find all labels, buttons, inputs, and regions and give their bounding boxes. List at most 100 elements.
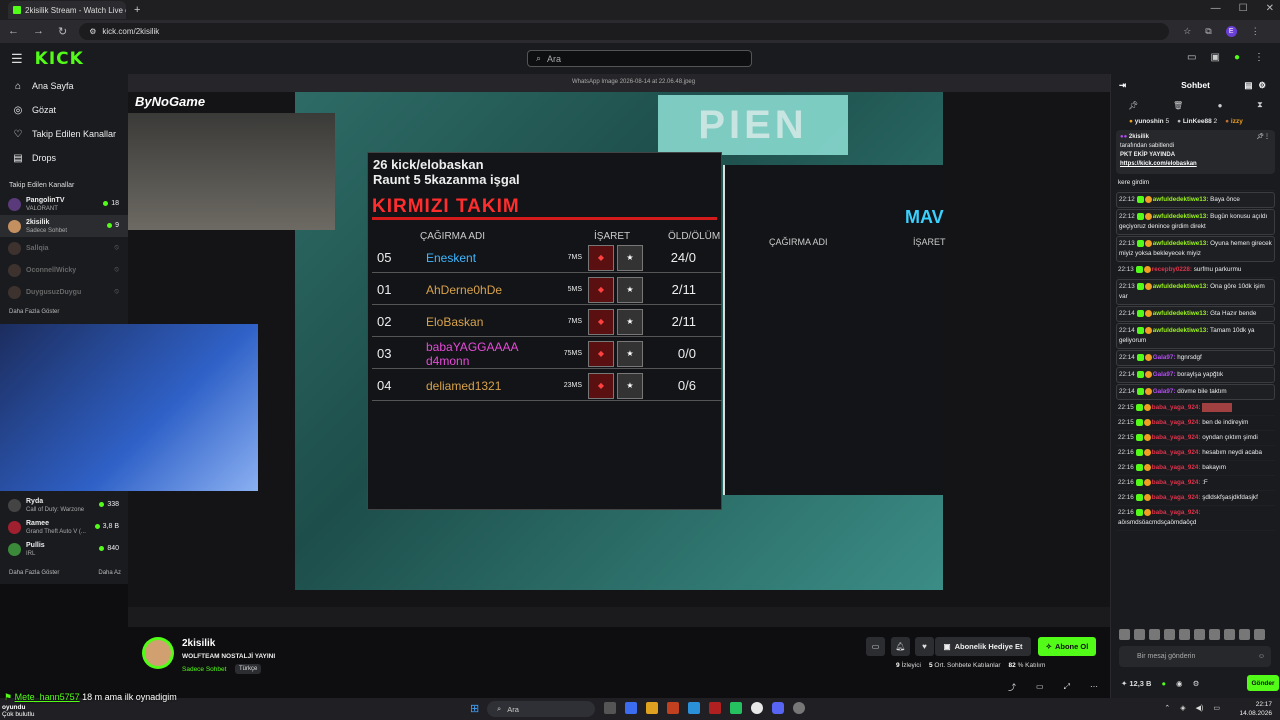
emote[interactable] bbox=[1119, 629, 1130, 640]
explorer-icon[interactable] bbox=[646, 702, 658, 714]
chat-message[interactable]: 22:15 baba_yaga_924: ben de indireyim bbox=[1116, 416, 1275, 432]
points-display[interactable]: ✦ 12,3 B bbox=[1121, 679, 1151, 688]
streamer-name[interactable]: 2kisilik bbox=[182, 638, 215, 649]
emote[interactable] bbox=[1134, 629, 1145, 640]
browser-tab[interactable]: 2kisilik Stream - Watch Live on ✕ bbox=[8, 1, 126, 19]
pinned-link[interactable]: https://kick.com/elobaskan bbox=[1120, 161, 1197, 167]
chat-message[interactable]: 22:13 recepby0228: surfmu parkurmu bbox=[1116, 263, 1275, 278]
sidebar-item-home[interactable]: ⌂ Ana Sayfa bbox=[0, 74, 128, 98]
app-icon[interactable] bbox=[793, 702, 805, 714]
url-field[interactable]: ⚙ kick.com/2kisilik bbox=[79, 23, 1170, 40]
chevron-up-icon[interactable]: ⌃ bbox=[1164, 704, 1170, 712]
clip-button[interactable]: ▭ bbox=[866, 637, 885, 656]
chat-message[interactable]: kere girdim bbox=[1116, 176, 1275, 191]
windows-start-icon[interactable]: ⊞ bbox=[470, 702, 479, 715]
emote[interactable] bbox=[1209, 629, 1220, 640]
chat-message[interactable]: 22:12 awfuldedektiwe13: Bugün konusu açıl… bbox=[1116, 209, 1275, 235]
message-user[interactable]: Gala97: bbox=[1153, 354, 1176, 361]
app-icon[interactable] bbox=[625, 702, 637, 714]
theater-mode-icon[interactable]: ▭ bbox=[1187, 52, 1196, 63]
status-dot-icon[interactable]: ● bbox=[1234, 52, 1240, 63]
trash-icon[interactable]: 🗑︎ bbox=[1173, 101, 1183, 110]
maximize-icon[interactable]: ☐ bbox=[1239, 3, 1248, 14]
recommended-channel[interactable]: Ramee Grand Theft Auto V (... 3,8 B bbox=[0, 516, 128, 538]
chat-message[interactable]: 22:16 baba_yaga_924: şdldskfşasjdkfdasjkf bbox=[1116, 491, 1275, 507]
weather-widget[interactable]: oyundu Çok bulutlu bbox=[2, 704, 35, 718]
pin-icon[interactable]: 📌︎ bbox=[1128, 101, 1138, 110]
chat-message[interactable]: 22:14 Gala97: dövme bile taktım bbox=[1116, 384, 1275, 400]
followed-channel[interactable]: DuygusuzDuygu ⦸ bbox=[0, 281, 128, 303]
extensions-icon[interactable]: ⧉ bbox=[1205, 26, 1211, 37]
profile-avatar[interactable]: E bbox=[1225, 26, 1237, 37]
bookmark-star-icon[interactable]: ☆ bbox=[1183, 26, 1191, 37]
show-more-link[interactable]: Daha Fazla Göster bbox=[0, 570, 59, 576]
forward-icon[interactable]: → bbox=[33, 25, 44, 38]
menu-dots-icon[interactable]: ⋮ bbox=[1251, 26, 1260, 37]
chat-message[interactable]: 22:14 awfuldedektiwe13: Tamam 10dk ya gel… bbox=[1116, 323, 1275, 349]
chrome-icon[interactable] bbox=[751, 702, 763, 714]
chat-message[interactable]: 22:14 Gala97: boraylşa yapğtık bbox=[1116, 367, 1275, 383]
message-user[interactable]: baba_yaga_924: bbox=[1152, 464, 1201, 471]
send-button[interactable]: Gönder bbox=[1247, 675, 1279, 691]
hamburger-menu-icon[interactable]: ☰ bbox=[11, 51, 23, 67]
emote[interactable] bbox=[1164, 629, 1175, 640]
hourglass-icon[interactable]: ⧗ bbox=[1257, 100, 1263, 110]
new-tab-icon[interactable]: + bbox=[134, 4, 140, 16]
chat-bubble-icon[interactable]: ◉ bbox=[1176, 679, 1183, 688]
recommended-channel[interactable]: Pullis IRL 840 bbox=[0, 538, 128, 560]
sidebar-item-following[interactable]: ♡ Takip Edilen Kanallar bbox=[0, 122, 128, 146]
emote[interactable] bbox=[1179, 629, 1190, 640]
chat-message[interactable]: 22:14 awfuldedektiwe13: Gta Hazır bende bbox=[1116, 306, 1275, 322]
chat-message[interactable]: 22:13 awfuldedektiwe13: Oyuna hemen girec… bbox=[1116, 236, 1275, 262]
taskview-icon[interactable] bbox=[604, 702, 616, 714]
chat-message[interactable]: 22:16 baba_yaga_924: hesabım neydi acaba bbox=[1116, 446, 1275, 462]
message-user[interactable]: awfuldedektiwe13: bbox=[1153, 310, 1209, 317]
share-icon[interactable]: ⤴ bbox=[1008, 682, 1016, 693]
app-icon[interactable] bbox=[709, 702, 721, 714]
bubble-icon[interactable]: ● bbox=[1218, 101, 1223, 110]
chat-message[interactable]: 22:16 baba_yaga_924: bakayım bbox=[1116, 461, 1275, 477]
sidebar-item-browse[interactable]: ◎ Gözat bbox=[0, 98, 128, 122]
gift-sub-button[interactable]: ▣ Abonelik Hediye Et bbox=[935, 637, 1031, 656]
close-window-icon[interactable]: ✕ bbox=[1266, 3, 1274, 14]
app-icon[interactable] bbox=[667, 702, 679, 714]
kick-icon[interactable]: ● bbox=[1161, 679, 1166, 688]
gifter-item[interactable]: ● LinKee88 2 bbox=[1177, 118, 1217, 125]
gifter-item[interactable]: ● yunoshin 5 bbox=[1129, 118, 1169, 125]
message-user[interactable]: baba_yaga_924: bbox=[1152, 419, 1201, 426]
clock[interactable]: 22:17 14.08.2026 bbox=[1239, 700, 1272, 718]
notification-button[interactable]: 🔔︎ bbox=[891, 637, 910, 656]
sidebar-item-drops[interactable]: ▤ Drops bbox=[0, 146, 128, 170]
search-input[interactable]: ⌕ Ara bbox=[527, 50, 752, 67]
theater-icon[interactable]: ▭ bbox=[1036, 682, 1044, 693]
chat-settings-icon[interactable]: ▤⚙ bbox=[1244, 80, 1272, 91]
message-user[interactable]: recepby0228: bbox=[1152, 266, 1192, 273]
collapse-chat-icon[interactable]: ⇥ bbox=[1119, 80, 1126, 91]
show-more-link[interactable]: Daha Fazla Göster bbox=[0, 309, 128, 315]
unpin-icon[interactable]: 📌︎⋮ bbox=[1256, 133, 1270, 142]
message-user[interactable]: baba_yaga_924: bbox=[1152, 494, 1201, 501]
followed-channel[interactable]: Sallqia ⦸ bbox=[0, 237, 128, 259]
followed-channel[interactable]: OconnellWicky ⦸ bbox=[0, 259, 128, 281]
fullscreen-icon[interactable]: ⤢ bbox=[1064, 682, 1070, 693]
battery-icon[interactable]: ▭ bbox=[1213, 704, 1220, 712]
show-less-link[interactable]: Daha Az bbox=[89, 570, 121, 576]
layout-icon[interactable]: ▣ bbox=[1211, 52, 1220, 63]
message-user[interactable]: baba_yaga_924: bbox=[1152, 479, 1201, 486]
volume-icon[interactable]: ◀) bbox=[1196, 704, 1204, 712]
emote[interactable] bbox=[1194, 629, 1205, 640]
windows-search[interactable]: ⌕ Ara bbox=[487, 701, 595, 717]
follow-button[interactable]: ✧ Abone Ol bbox=[1038, 637, 1096, 656]
more-icon[interactable]: ⋯ bbox=[1090, 682, 1098, 693]
chat-message[interactable]: 22:12 awfuldedektiwe13: Baya önce bbox=[1116, 192, 1275, 208]
reload-icon[interactable]: ↻ bbox=[58, 25, 67, 38]
message-user[interactable]: awfuldedektiwe13: bbox=[1153, 196, 1209, 203]
settings-icon[interactable]: ⚙ bbox=[1193, 679, 1200, 688]
message-user[interactable]: baba_yaga_924: bbox=[1152, 449, 1201, 456]
message-user[interactable]: awfuldedektiwe13: bbox=[1153, 213, 1209, 220]
message-user[interactable]: baba_yaga_924: bbox=[1152, 404, 1201, 411]
network-icon[interactable]: ◈ bbox=[1180, 704, 1185, 712]
message-user[interactable]: awfuldedektiwe13: bbox=[1153, 240, 1209, 247]
emote[interactable] bbox=[1239, 629, 1250, 640]
chat-message[interactable]: 22:15 baba_yaga_924: bbox=[1116, 401, 1275, 417]
